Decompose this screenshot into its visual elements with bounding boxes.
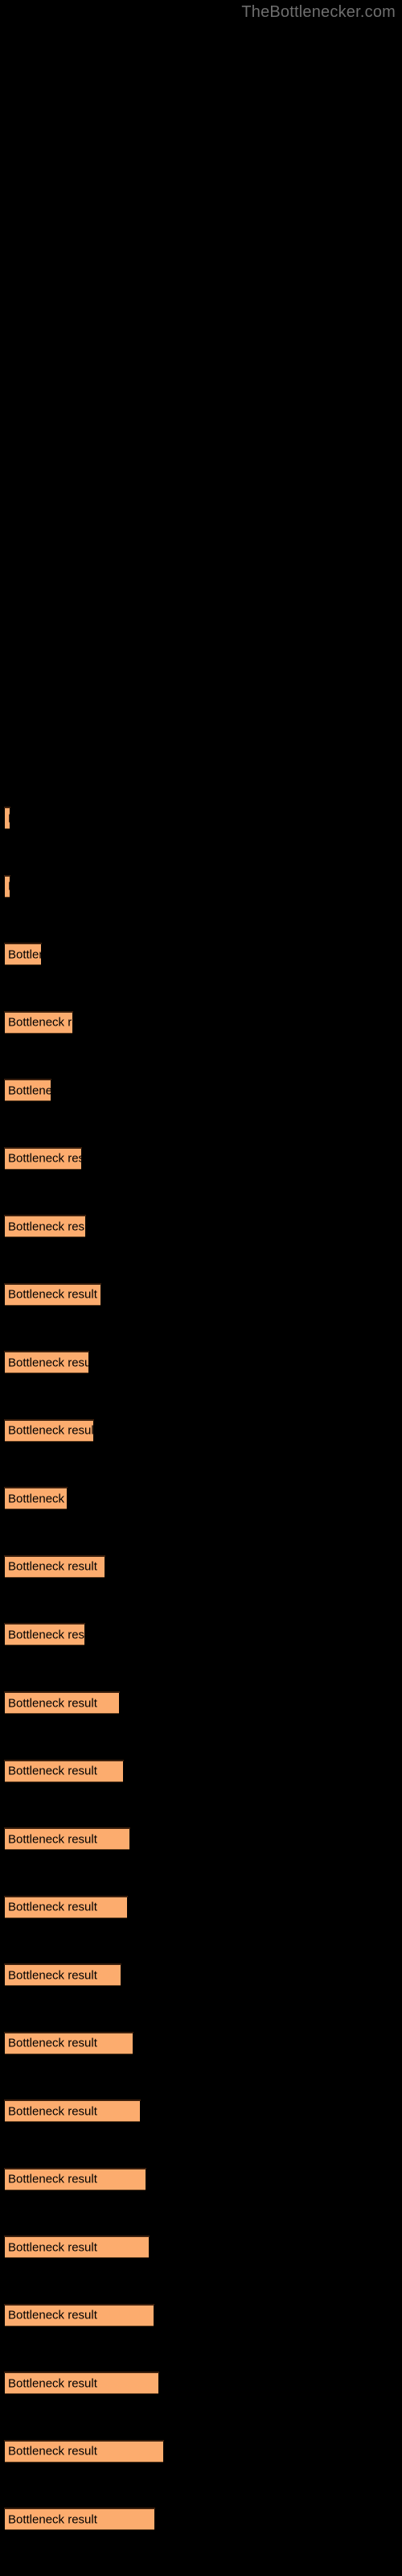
bar-label: Bottleneck result [8,2036,97,2050]
bar-label: Bottleneck result [8,2376,97,2391]
bar-row: Bottleneck result [0,1554,402,1579]
bar-label: Bottleneck result [8,1968,97,1983]
bar-label: Bottleneck result [8,2240,97,2255]
bar: Bottleneck result [5,1284,100,1306]
bar-row: Bottleneck result [0,1487,402,1511]
bar-row: Bottleneck result [0,1146,402,1171]
bar: Bottleneck result [5,1352,88,1374]
bar-row: Bottleneck result [0,874,402,899]
bar-label: Bottleneck result [8,1764,97,1778]
bar: Bottleneck result [5,2169,146,2190]
bar-row: Bottleneck result [0,807,402,831]
bar-label: Bottleneck result [8,1492,67,1506]
bar-label: Bottleneck result [8,2308,97,2322]
bar: Bottleneck result [5,1761,123,1782]
bar: Bottleneck result [5,1693,119,1714]
bar: Bottleneck result [5,1488,67,1510]
bar-label: Bottleneck result [8,1151,81,1166]
bar-row: Bottleneck result [0,2303,402,2328]
bar-row: Bottleneck result [0,2508,402,2532]
bar: Bottleneck result [5,1829,129,1851]
bar-row: Bottleneck result [0,1351,402,1375]
bar-label: Bottleneck result [8,881,10,893]
bar-label: Bottleneck result [8,1287,97,1302]
bar: Bottleneck result [5,944,41,966]
bar: Bottleneck result [5,876,10,898]
bar: Bottleneck result [5,2101,140,2123]
bar-label: Bottleneck result [8,1628,84,1642]
bar: Bottleneck result [5,2373,158,2395]
bar: Bottleneck result [5,1216,85,1238]
bar-row: Bottleneck result [0,2167,402,2192]
bar-row: Bottleneck result [0,1759,402,1784]
bar-label: Bottleneck result [8,1900,97,1914]
bar-label: Bottleneck result [8,2512,97,2527]
bar: Bottleneck result [5,2237,149,2259]
bar: Bottleneck result [5,1897,127,1918]
bar-label: Bottleneck result [8,1015,72,1030]
bar: Bottleneck result [5,2441,163,2462]
bar-row: Bottleneck result [0,1282,402,1307]
bar-label: Bottleneck result [8,2444,97,2458]
bar-row: Bottleneck result [0,1010,402,1035]
bar-row: Bottleneck result [0,2235,402,2260]
bar-row: Bottleneck result [0,1079,402,1103]
bar-row: Bottleneck result [0,1691,402,1715]
bar-row: Bottleneck result [0,2099,402,2124]
bar-row: Bottleneck result [0,2372,402,2396]
bar-row: Bottleneck result [0,2439,402,2464]
bar-row: Bottleneck result [0,1895,402,1920]
bar-label: Bottleneck result [8,2104,97,2119]
bar-label: Bottleneck result [8,812,10,824]
bar: Bottleneck result [5,1148,81,1170]
bar-label: Bottleneck result [8,1423,93,1438]
bar-label: Bottleneck result [8,1696,97,1710]
bar-row: Bottleneck result [0,1215,402,1239]
bar: Bottleneck result [5,808,10,829]
bar: Bottleneck result [5,1624,84,1646]
bar-label: Bottleneck result [8,1832,97,1847]
bar: Bottleneck result [5,2305,154,2326]
bar: Bottleneck result [5,1965,121,1987]
bar: Bottleneck result [5,1012,72,1034]
bar-row: Bottleneck result [0,2031,402,2056]
bar-row: Bottleneck result [0,1623,402,1647]
bar-label: Bottleneck result [8,1084,51,1098]
bar-label: Bottleneck result [8,1220,85,1234]
bar-row: Bottleneck result [0,1963,402,1988]
bar: Bottleneck result [5,1556,105,1578]
bar-label: Bottleneck result [8,2172,97,2186]
bar-row: Bottleneck result [0,943,402,967]
bar-label: Bottleneck result [8,1559,97,1574]
bar: Bottleneck result [5,2033,133,2054]
bar: Bottleneck result [5,1420,93,1442]
bottleneck-bar-chart: Bottleneck result Bottleneck result Bottle… [0,0,402,2576]
bar-label: Bottleneck result [8,947,41,962]
bar: Bottleneck result [5,2509,154,2531]
bar: Bottleneck result [5,1080,51,1102]
bar-label: Bottleneck result [8,1356,88,1370]
bar-row: Bottleneck result [0,1418,402,1443]
bar-row: Bottleneck result [0,1827,402,1852]
